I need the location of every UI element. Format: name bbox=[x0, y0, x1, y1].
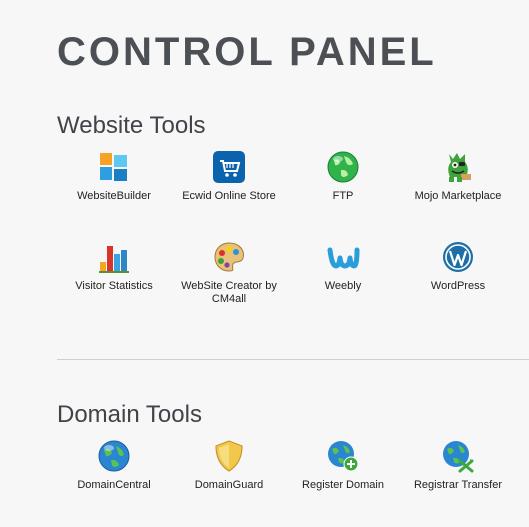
shopping-cart-icon bbox=[213, 151, 245, 183]
bar-chart-icon bbox=[99, 246, 129, 273]
tool-label: FTP bbox=[332, 190, 354, 202]
tool-label: WordPress bbox=[430, 280, 486, 292]
tool-visitor-statistics[interactable]: Visitor Statistics bbox=[59, 240, 169, 293]
weebly-icon bbox=[327, 247, 360, 269]
tool-label: DomainCentral bbox=[77, 479, 151, 491]
tool-label: DomainGuard bbox=[194, 479, 264, 491]
globe-transfer-icon bbox=[443, 441, 474, 473]
tool-registrar-transfer[interactable]: Registrar Transfer bbox=[403, 439, 513, 492]
tool-ecwid-online-store[interactable]: Ecwid Online Store bbox=[174, 150, 284, 203]
tool-domain-guard[interactable]: DomainGuard bbox=[174, 439, 284, 492]
tool-label: Ecwid Online Store bbox=[182, 190, 276, 202]
monster-icon bbox=[448, 153, 471, 182]
tool-ftp[interactable]: FTP bbox=[288, 150, 398, 203]
tool-label: Register Domain bbox=[302, 479, 384, 491]
website-tools-heading: Website Tools bbox=[57, 112, 206, 139]
tool-website-builder[interactable]: WebsiteBuilder bbox=[59, 150, 169, 203]
globe-icon bbox=[327, 151, 359, 183]
globe-icon bbox=[98, 440, 130, 472]
tool-mojo-marketplace[interactable]: Mojo Marketplace bbox=[403, 150, 513, 203]
tool-label: Weebly bbox=[324, 280, 362, 292]
tool-label: Visitor Statistics bbox=[75, 280, 153, 292]
tool-weebly[interactable]: Weebly bbox=[288, 240, 398, 293]
palette-icon bbox=[214, 242, 244, 272]
tool-label: WebSite Creator by CM4all bbox=[181, 280, 277, 305]
tool-label: Registrar Transfer bbox=[413, 479, 503, 491]
domain-tools-heading: Domain Tools bbox=[57, 401, 202, 428]
tool-label: Mojo Marketplace bbox=[414, 190, 502, 202]
tool-domain-central[interactable]: DomainCentral bbox=[59, 439, 169, 492]
globe-plus-icon bbox=[328, 441, 359, 472]
tool-register-domain[interactable]: Register Domain bbox=[288, 439, 398, 492]
shield-icon bbox=[215, 440, 243, 472]
wordpress-icon bbox=[443, 242, 473, 272]
tool-label: WebsiteBuilder bbox=[77, 190, 151, 202]
website-builder-icon bbox=[100, 153, 127, 181]
tool-wordpress[interactable]: WordPress bbox=[403, 240, 513, 293]
section-divider bbox=[57, 359, 529, 360]
page-title: CONTROL PANEL bbox=[57, 30, 437, 74]
tool-website-creator[interactable]: WebSite Creator by CM4all bbox=[174, 240, 284, 306]
